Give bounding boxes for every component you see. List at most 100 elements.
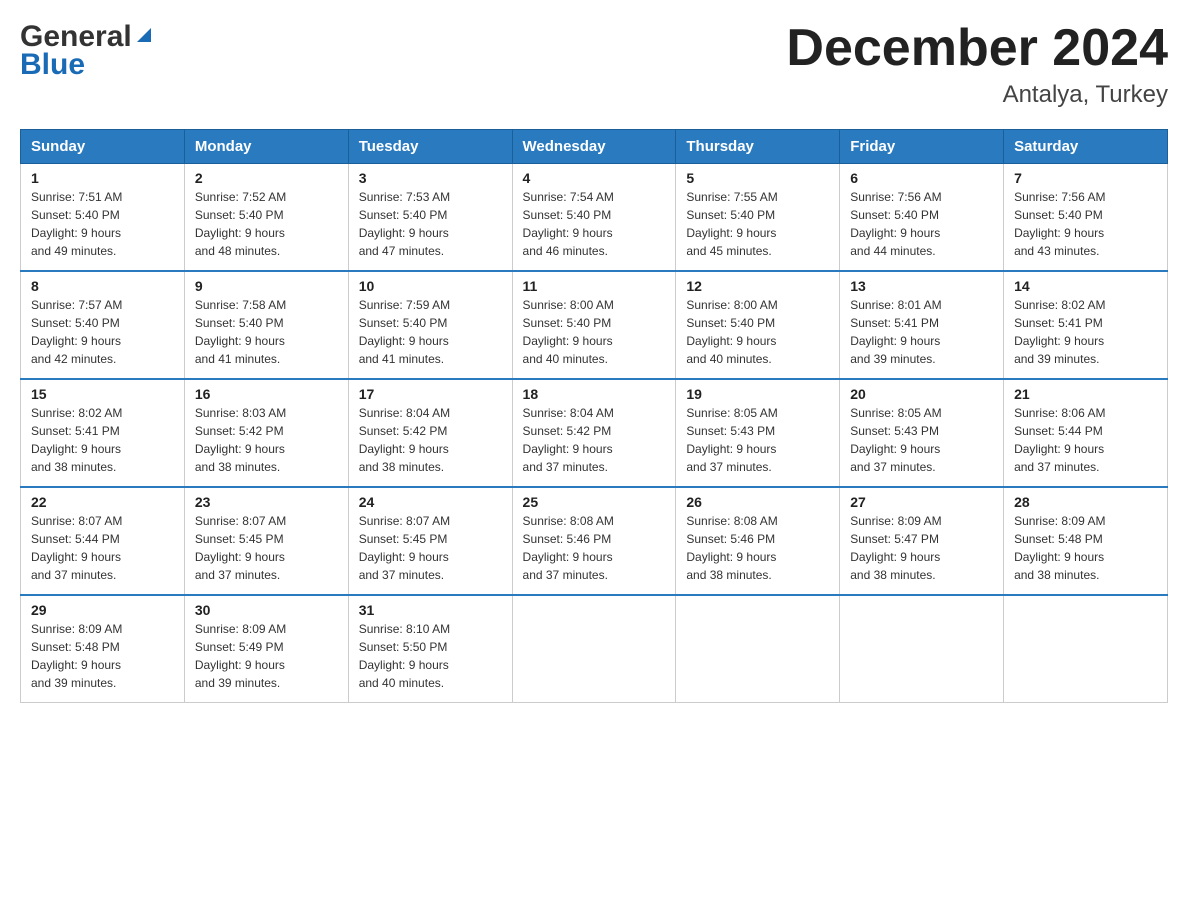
calendar-cell: 5 Sunrise: 7:55 AM Sunset: 5:40 PM Dayli…: [676, 164, 840, 272]
calendar-cell: 26 Sunrise: 8:08 AM Sunset: 5:46 PM Dayl…: [676, 487, 840, 595]
day-info: Sunrise: 7:58 AM Sunset: 5:40 PM Dayligh…: [195, 296, 338, 368]
weekday-header-wednesday: Wednesday: [512, 130, 676, 164]
weekday-header-friday: Friday: [840, 130, 1004, 164]
calendar-cell: 4 Sunrise: 7:54 AM Sunset: 5:40 PM Dayli…: [512, 164, 676, 272]
calendar-table: SundayMondayTuesdayWednesdayThursdayFrid…: [20, 129, 1168, 703]
calendar-cell: 9 Sunrise: 7:58 AM Sunset: 5:40 PM Dayli…: [184, 271, 348, 379]
day-number: 22: [31, 494, 174, 510]
calendar-cell: 7 Sunrise: 7:56 AM Sunset: 5:40 PM Dayli…: [1004, 164, 1168, 272]
weekday-header-sunday: Sunday: [21, 130, 185, 164]
calendar-cell: 30 Sunrise: 8:09 AM Sunset: 5:49 PM Dayl…: [184, 595, 348, 703]
day-info: Sunrise: 8:08 AM Sunset: 5:46 PM Dayligh…: [686, 512, 829, 584]
day-info: Sunrise: 8:07 AM Sunset: 5:44 PM Dayligh…: [31, 512, 174, 584]
header-row: SundayMondayTuesdayWednesdayThursdayFrid…: [21, 130, 1168, 164]
day-info: Sunrise: 7:51 AM Sunset: 5:40 PM Dayligh…: [31, 188, 174, 260]
day-info: Sunrise: 8:04 AM Sunset: 5:42 PM Dayligh…: [523, 404, 666, 476]
calendar-cell: 25 Sunrise: 8:08 AM Sunset: 5:46 PM Dayl…: [512, 487, 676, 595]
day-number: 19: [686, 386, 829, 402]
logo-triangle-icon: [133, 24, 155, 46]
day-info: Sunrise: 8:07 AM Sunset: 5:45 PM Dayligh…: [195, 512, 338, 584]
day-info: Sunrise: 7:53 AM Sunset: 5:40 PM Dayligh…: [359, 188, 502, 260]
title-block: December 2024 Antalya, Turkey: [786, 20, 1168, 109]
day-number: 2: [195, 170, 338, 186]
day-number: 17: [359, 386, 502, 402]
day-number: 24: [359, 494, 502, 510]
day-info: Sunrise: 7:56 AM Sunset: 5:40 PM Dayligh…: [850, 188, 993, 260]
day-info: Sunrise: 8:09 AM Sunset: 5:48 PM Dayligh…: [1014, 512, 1157, 584]
day-number: 15: [31, 386, 174, 402]
week-row-4: 22 Sunrise: 8:07 AM Sunset: 5:44 PM Dayl…: [21, 487, 1168, 595]
day-info: Sunrise: 8:04 AM Sunset: 5:42 PM Dayligh…: [359, 404, 502, 476]
weekday-header-thursday: Thursday: [676, 130, 840, 164]
day-number: 28: [1014, 494, 1157, 510]
calendar-cell: 12 Sunrise: 8:00 AM Sunset: 5:40 PM Dayl…: [676, 271, 840, 379]
day-info: Sunrise: 8:03 AM Sunset: 5:42 PM Dayligh…: [195, 404, 338, 476]
day-info: Sunrise: 8:07 AM Sunset: 5:45 PM Dayligh…: [359, 512, 502, 584]
day-info: Sunrise: 8:10 AM Sunset: 5:50 PM Dayligh…: [359, 620, 502, 692]
calendar-cell: [840, 595, 1004, 703]
calendar-cell: 11 Sunrise: 8:00 AM Sunset: 5:40 PM Dayl…: [512, 271, 676, 379]
calendar-cell: 1 Sunrise: 7:51 AM Sunset: 5:40 PM Dayli…: [21, 164, 185, 272]
calendar-cell: 15 Sunrise: 8:02 AM Sunset: 5:41 PM Dayl…: [21, 379, 185, 487]
day-number: 13: [850, 278, 993, 294]
logo: General Blue: [20, 20, 155, 82]
day-number: 23: [195, 494, 338, 510]
calendar-cell: 21 Sunrise: 8:06 AM Sunset: 5:44 PM Dayl…: [1004, 379, 1168, 487]
calendar-cell: 22 Sunrise: 8:07 AM Sunset: 5:44 PM Dayl…: [21, 487, 185, 595]
day-number: 30: [195, 602, 338, 618]
day-number: 3: [359, 170, 502, 186]
calendar-cell: 19 Sunrise: 8:05 AM Sunset: 5:43 PM Dayl…: [676, 379, 840, 487]
calendar-cell: [512, 595, 676, 703]
weekday-header-monday: Monday: [184, 130, 348, 164]
day-info: Sunrise: 8:09 AM Sunset: 5:49 PM Dayligh…: [195, 620, 338, 692]
day-number: 7: [1014, 170, 1157, 186]
day-info: Sunrise: 8:05 AM Sunset: 5:43 PM Dayligh…: [850, 404, 993, 476]
calendar-cell: [1004, 595, 1168, 703]
day-info: Sunrise: 8:08 AM Sunset: 5:46 PM Dayligh…: [523, 512, 666, 584]
calendar-cell: [676, 595, 840, 703]
day-number: 26: [686, 494, 829, 510]
day-number: 21: [1014, 386, 1157, 402]
day-info: Sunrise: 7:52 AM Sunset: 5:40 PM Dayligh…: [195, 188, 338, 260]
day-info: Sunrise: 8:00 AM Sunset: 5:40 PM Dayligh…: [523, 296, 666, 368]
week-row-5: 29 Sunrise: 8:09 AM Sunset: 5:48 PM Dayl…: [21, 595, 1168, 703]
calendar-cell: 8 Sunrise: 7:57 AM Sunset: 5:40 PM Dayli…: [21, 271, 185, 379]
day-info: Sunrise: 8:05 AM Sunset: 5:43 PM Dayligh…: [686, 404, 829, 476]
day-number: 20: [850, 386, 993, 402]
calendar-cell: 24 Sunrise: 8:07 AM Sunset: 5:45 PM Dayl…: [348, 487, 512, 595]
day-info: Sunrise: 8:01 AM Sunset: 5:41 PM Dayligh…: [850, 296, 993, 368]
day-number: 6: [850, 170, 993, 186]
day-number: 16: [195, 386, 338, 402]
day-number: 18: [523, 386, 666, 402]
calendar-cell: 10 Sunrise: 7:59 AM Sunset: 5:40 PM Dayl…: [348, 271, 512, 379]
calendar-subtitle: Antalya, Turkey: [786, 81, 1168, 109]
day-number: 25: [523, 494, 666, 510]
day-number: 1: [31, 170, 174, 186]
calendar-cell: 31 Sunrise: 8:10 AM Sunset: 5:50 PM Dayl…: [348, 595, 512, 703]
day-info: Sunrise: 7:57 AM Sunset: 5:40 PM Dayligh…: [31, 296, 174, 368]
day-info: Sunrise: 8:02 AM Sunset: 5:41 PM Dayligh…: [1014, 296, 1157, 368]
day-info: Sunrise: 7:59 AM Sunset: 5:40 PM Dayligh…: [359, 296, 502, 368]
day-number: 4: [523, 170, 666, 186]
week-row-3: 15 Sunrise: 8:02 AM Sunset: 5:41 PM Dayl…: [21, 379, 1168, 487]
page-header: General Blue December 2024 Antalya, Turk…: [20, 20, 1168, 109]
calendar-cell: 3 Sunrise: 7:53 AM Sunset: 5:40 PM Dayli…: [348, 164, 512, 272]
calendar-cell: 18 Sunrise: 8:04 AM Sunset: 5:42 PM Dayl…: [512, 379, 676, 487]
day-number: 27: [850, 494, 993, 510]
weekday-header-tuesday: Tuesday: [348, 130, 512, 164]
day-info: Sunrise: 8:06 AM Sunset: 5:44 PM Dayligh…: [1014, 404, 1157, 476]
day-number: 29: [31, 602, 174, 618]
calendar-cell: 13 Sunrise: 8:01 AM Sunset: 5:41 PM Dayl…: [840, 271, 1004, 379]
day-number: 5: [686, 170, 829, 186]
calendar-cell: 14 Sunrise: 8:02 AM Sunset: 5:41 PM Dayl…: [1004, 271, 1168, 379]
day-info: Sunrise: 8:02 AM Sunset: 5:41 PM Dayligh…: [31, 404, 174, 476]
calendar-cell: 16 Sunrise: 8:03 AM Sunset: 5:42 PM Dayl…: [184, 379, 348, 487]
day-number: 12: [686, 278, 829, 294]
calendar-cell: 23 Sunrise: 8:07 AM Sunset: 5:45 PM Dayl…: [184, 487, 348, 595]
week-row-1: 1 Sunrise: 7:51 AM Sunset: 5:40 PM Dayli…: [21, 164, 1168, 272]
calendar-cell: 28 Sunrise: 8:09 AM Sunset: 5:48 PM Dayl…: [1004, 487, 1168, 595]
calendar-cell: 2 Sunrise: 7:52 AM Sunset: 5:40 PM Dayli…: [184, 164, 348, 272]
day-info: Sunrise: 8:09 AM Sunset: 5:47 PM Dayligh…: [850, 512, 993, 584]
weekday-header-saturday: Saturday: [1004, 130, 1168, 164]
day-info: Sunrise: 8:00 AM Sunset: 5:40 PM Dayligh…: [686, 296, 829, 368]
